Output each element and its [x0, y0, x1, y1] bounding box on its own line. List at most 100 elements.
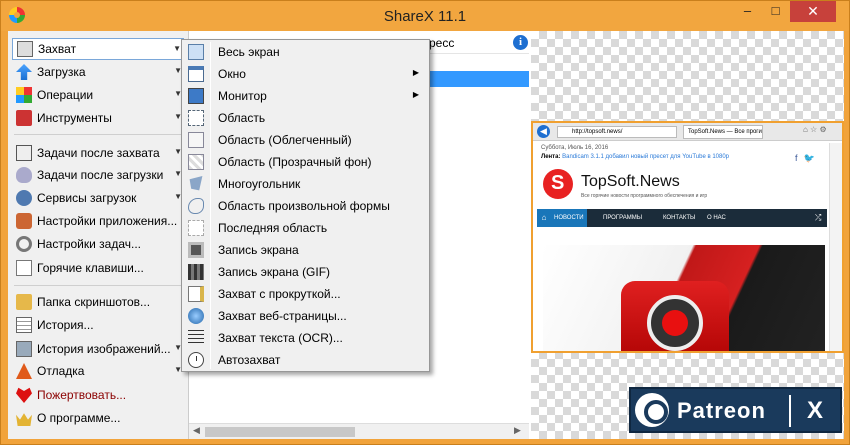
history-icon: [16, 317, 32, 333]
submenu-item-last-region[interactable]: Последняя область: [184, 217, 427, 239]
close-button[interactable]: ✕: [790, 1, 836, 22]
submenu-item-label: Многоугольник: [218, 177, 301, 191]
site-title: TopSoft.News: [581, 173, 680, 190]
menu-separator: [14, 285, 182, 286]
menu-item-label: Настройки приложения...: [37, 214, 178, 228]
donate-heart-icon: [16, 387, 32, 403]
menu-item-label: Задачи после захвата: [37, 146, 160, 160]
site-news-text: Bandicam 3.1.1 добавил новый пресет для …: [562, 154, 730, 160]
menu-item-upload[interactable]: Загрузка ▼: [12, 61, 184, 83]
after-upload-icon: [16, 167, 32, 183]
menu-item-about[interactable]: О программе...: [12, 407, 184, 429]
home-icon: ⌂: [537, 209, 551, 227]
info-icon[interactable]: i: [513, 35, 528, 50]
browser-tab: TopSoft.News — Все проги: [683, 125, 763, 139]
operations-grid-icon: [16, 87, 32, 103]
menu-item-label: Сервисы загрузок: [37, 191, 137, 205]
menu-item-app-settings[interactable]: Настройки приложения...: [12, 210, 184, 232]
menu-item-operations[interactable]: Операции ▼: [12, 84, 184, 106]
image-history-icon: [16, 341, 32, 357]
region-transparent-icon: [188, 154, 204, 170]
submenu-item-region-light[interactable]: Область (Облегченный): [184, 129, 427, 151]
menu-item-hotkeys[interactable]: Горячие клавиши...: [12, 257, 184, 279]
submenu-item-label: Последняя область: [218, 221, 328, 235]
window-icon: [188, 66, 204, 82]
horizontal-scrollbar[interactable]: ◀ ▶: [189, 423, 529, 439]
dropdown-arrow-icon: ▼: [173, 44, 181, 53]
site-logo-icon: [543, 169, 573, 199]
menu-item-task-settings[interactable]: Настройки задач...: [12, 233, 184, 255]
submenu-item-webpage-capture[interactable]: Захват веб-страницы...: [184, 305, 427, 327]
camera-lens: [647, 295, 703, 351]
menu-item-image-history[interactable]: История изображений... ▼: [12, 338, 184, 360]
task-settings-gear-icon: [16, 236, 32, 252]
screen-record-icon: [188, 242, 204, 258]
region-light-icon: [188, 132, 204, 148]
monitor-icon: [188, 88, 204, 104]
submenu-item-region-transparent[interactable]: Область (Прозрачный фон): [184, 151, 427, 173]
image-preview[interactable]: ◀ http://topsoft.news/ TopSoft.News — Вс…: [531, 31, 844, 439]
site-hero-image: [543, 245, 825, 351]
autocapture-clock-icon: [188, 352, 204, 368]
title-bar: ShareX 11.1 – □ ✕: [1, 1, 849, 31]
maximize-button[interactable]: □: [762, 1, 789, 22]
submenu-item-screen-recording[interactable]: Запись экрана: [184, 239, 427, 261]
submenu-item-monitor[interactable]: Монитор ▶: [184, 85, 427, 107]
menu-item-label: Папка скриншотов...: [37, 295, 151, 309]
polygon-icon: [189, 176, 203, 191]
main-menu: Захват ▼ Загрузка ▼ Операции ▼ Инструмен…: [8, 31, 188, 439]
submenu-item-scrolling-capture[interactable]: Захват с прокруткой...: [184, 283, 427, 305]
menu-separator: [14, 134, 182, 135]
menu-item-label: Захват: [38, 42, 77, 56]
progress-column-header[interactable]: ресс: [429, 36, 454, 50]
menu-item-label: Отладка: [37, 364, 85, 378]
webpage-capture-icon: [188, 308, 204, 324]
browser-toolbar: ◀ http://topsoft.news/ TopSoft.News — Вс…: [533, 123, 842, 141]
region-icon: [188, 110, 204, 126]
screenshot-thumbnail[interactable]: ◀ http://topsoft.news/ TopSoft.News — Вс…: [531, 121, 844, 353]
hotkey-icon: [16, 260, 32, 276]
scroll-left-icon[interactable]: ◀: [193, 425, 200, 436]
scrollbar-thumb[interactable]: [205, 427, 355, 437]
submenu-item-label: Запись экрана (GIF): [218, 265, 331, 279]
submenu-item-region[interactable]: Область: [184, 107, 427, 129]
menu-item-after-upload[interactable]: Задачи после загрузки ▼: [12, 164, 184, 186]
submenu-item-autocapture[interactable]: Автозахват: [184, 349, 427, 371]
site-nav-item: КОНТАКТЫ: [663, 215, 696, 221]
browser-tools-icon: ⌂ ☆ ⚙: [803, 125, 827, 134]
menu-item-after-capture[interactable]: Задачи после захвата ▼: [12, 142, 184, 164]
scroll-right-icon[interactable]: ▶: [514, 425, 521, 436]
menu-item-capture[interactable]: Захват ▼: [12, 38, 184, 60]
patreon-banner[interactable]: Patreon X: [629, 387, 842, 433]
menu-item-label: О программе...: [37, 411, 121, 425]
submenu-item-freehand[interactable]: Область произвольной формы: [184, 195, 427, 217]
menu-item-history[interactable]: История...: [12, 314, 184, 336]
patreon-logo-icon: [635, 393, 669, 427]
menu-item-label: Загрузка: [37, 65, 86, 79]
camera-graphic: [621, 281, 729, 351]
site-date: Суббота, Июль 16, 2016: [541, 145, 609, 151]
facebook-icon: f: [795, 153, 798, 163]
submenu-item-label: Окно: [218, 67, 246, 81]
submenu-item-fullscreen[interactable]: Весь экран: [184, 41, 427, 63]
submenu-item-gif-recording[interactable]: Запись экрана (GIF): [184, 261, 427, 283]
submenu-item-label: Область произвольной формы: [218, 199, 390, 213]
submenu-arrow-icon: ▶: [412, 68, 419, 77]
menu-item-tools[interactable]: Инструменты ▼: [12, 107, 184, 129]
about-crown-icon: [16, 413, 32, 426]
submenu-item-polygon[interactable]: Многоугольник: [184, 173, 427, 195]
menu-item-donate[interactable]: Пожертвовать...: [12, 384, 184, 406]
menu-item-destinations[interactable]: Сервисы загрузок ▼: [12, 187, 184, 209]
gif-record-icon: [188, 264, 204, 280]
submenu-item-label: Область (Прозрачный фон): [218, 155, 372, 169]
camera-icon: [17, 41, 33, 57]
submenu-item-label: Область: [218, 111, 266, 125]
site-subtitle: Все горячие новости программного обеспеч…: [581, 193, 708, 199]
menu-item-debug[interactable]: Отладка ▼: [12, 360, 184, 382]
submenu-item-ocr[interactable]: Захват текста (OCR)...: [184, 327, 427, 349]
minimize-button[interactable]: –: [734, 1, 761, 22]
submenu-item-window[interactable]: Окно ▶: [184, 63, 427, 85]
site-nav: ⌂ НОВОСТИ ПРОГРАММЫ КОНТАКТЫ О НАС ⤮: [537, 209, 827, 227]
browser-back-icon: ◀: [537, 125, 550, 138]
menu-item-screenshots-folder[interactable]: Папка скриншотов...: [12, 291, 184, 313]
